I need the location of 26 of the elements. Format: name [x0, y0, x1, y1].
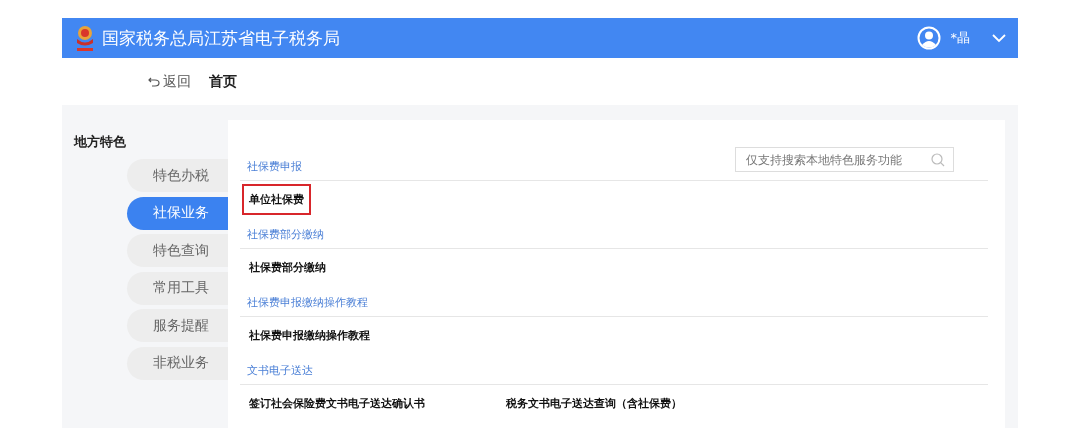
sidebar-tab[interactable]: 特色查询 — [127, 234, 228, 268]
back-link[interactable]: 返回 — [148, 72, 191, 91]
sidebar-tab[interactable]: 常用工具 — [127, 271, 228, 305]
service-link[interactable]: 签订社会保险费文书电子送达确认书 — [242, 388, 432, 419]
section-title: 文书电子送达 — [247, 363, 313, 378]
sidebar-tab[interactable]: 社保业务 — [127, 196, 228, 230]
section-title: 社保费申报 — [247, 159, 302, 174]
search-icon[interactable] — [931, 152, 945, 167]
chevron-down-icon[interactable] — [992, 33, 1006, 43]
section-title: 社保费部分缴纳 — [247, 227, 324, 242]
user-avatar-icon[interactable] — [916, 26, 941, 50]
sidebar-title: 地方特色 — [74, 133, 127, 151]
service-link[interactable]: 社保费部分缴纳 — [242, 252, 333, 283]
sidebar-tab[interactable]: 服务提醒 — [127, 309, 228, 343]
current-page: 首页 — [209, 72, 237, 91]
site-title: 国家税务总局江苏省电子税务局 — [102, 26, 341, 50]
search-field[interactable]: 仅支持搜索本地特色服务功能 — [735, 147, 954, 172]
emblem-icon — [74, 24, 96, 52]
sidebar-tab[interactable]: 特色办税 — [127, 159, 228, 192]
service-link[interactable]: 单位社保费 — [242, 184, 311, 215]
service-link[interactable]: 税务文书电子送达查询（含社保费） — [499, 388, 689, 419]
section-title: 社保费申报缴纳操作教程 — [247, 295, 368, 310]
service-link[interactable]: 社保费申报缴纳操作教程 — [242, 320, 377, 351]
sidebar-tab[interactable]: 非税业务 — [127, 346, 228, 380]
return-icon — [148, 76, 160, 87]
user-name[interactable]: *晶 — [950, 29, 970, 47]
